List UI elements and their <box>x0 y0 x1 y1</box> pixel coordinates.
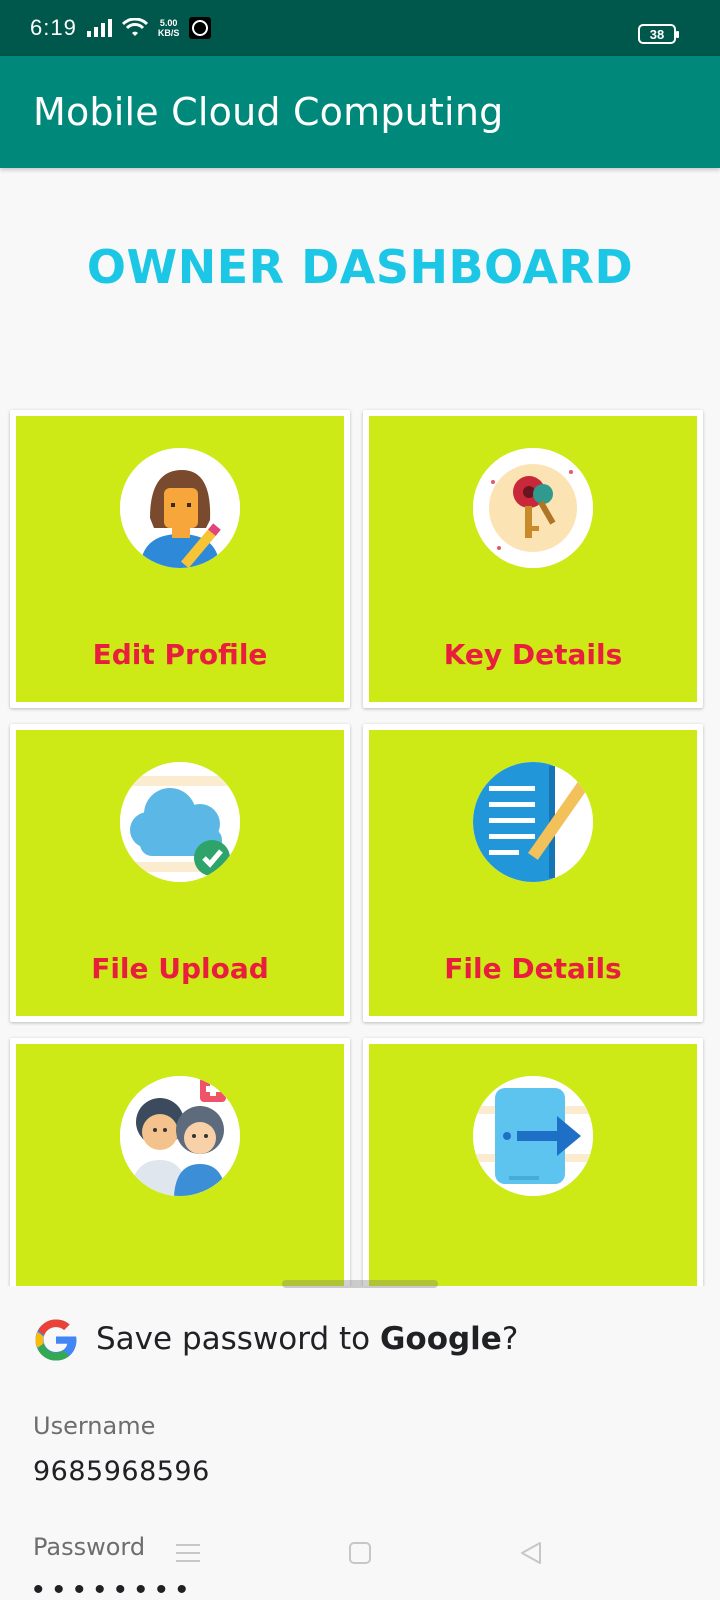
app-bar: Mobile Cloud Computing <box>0 56 720 168</box>
card-label: File Upload <box>91 952 269 985</box>
users-icon <box>120 1076 240 1196</box>
battery-icon: 38 <box>638 24 679 44</box>
status-time: 6:19 <box>30 15 77 40</box>
cloud-upload-icon <box>120 762 240 882</box>
network-speed-unit: KB/S <box>157 28 180 38</box>
password-value[interactable]: •••••••• <box>33 1575 197 1600</box>
save-password-title: Save password to Google? <box>96 1321 518 1357</box>
notification-app-icon <box>189 17 212 39</box>
logout-icon <box>473 1076 593 1196</box>
title-brand: Google <box>379 1321 502 1357</box>
back-nav-icon[interactable] <box>518 1540 544 1566</box>
sheet-drag-handle[interactable] <box>282 1280 438 1288</box>
card-label: Key Details <box>443 638 623 671</box>
password-label: Password <box>33 1533 146 1561</box>
card-key-details[interactable]: Key Details <box>363 410 703 708</box>
home-nav-icon[interactable] <box>347 1540 373 1566</box>
title-suffix: ? <box>501 1321 519 1357</box>
app-title: Mobile Cloud Computing <box>33 90 504 134</box>
dashboard-title: OWNER DASHBOARD <box>86 240 634 294</box>
wifi-icon <box>121 18 148 36</box>
keys-icon <box>473 448 593 568</box>
battery-level: 38 <box>649 26 665 42</box>
card-label: Edit Profile <box>92 638 268 671</box>
card-file-upload[interactable]: File Upload <box>10 724 350 1022</box>
menu-nav-icon[interactable] <box>174 1540 202 1566</box>
network-speed-value: 5.00 <box>159 18 178 28</box>
username-value[interactable]: 9685968596 <box>33 1456 210 1487</box>
username-label: Username <box>33 1412 156 1440</box>
google-logo-icon <box>35 1319 77 1361</box>
title-prefix: Save password to <box>96 1321 380 1357</box>
document-icon <box>473 762 593 882</box>
card-edit-profile[interactable]: Edit Profile <box>10 410 350 708</box>
card-file-details[interactable]: File Details <box>363 724 703 1022</box>
status-bar: 6:19 5.00 KB/S 38 <box>0 0 720 56</box>
card-label: File Details <box>444 952 622 985</box>
signal-icon <box>86 19 112 37</box>
network-speed: 5.00 KB/S <box>158 18 180 38</box>
user-edit-icon <box>120 448 240 568</box>
